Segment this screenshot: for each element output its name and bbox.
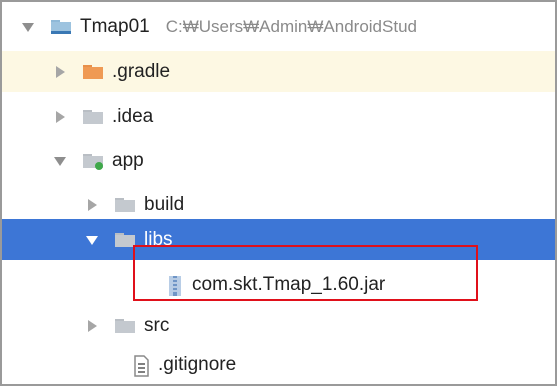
tree-row-idea[interactable]: .idea	[2, 96, 555, 137]
jar-file-icon	[166, 275, 184, 296]
collapse-arrow-icon[interactable]	[50, 62, 70, 82]
tree-row-tmap01[interactable]: Tmap01 C:₩Users₩Admin₩AndroidStud	[2, 6, 555, 47]
text-file-icon	[132, 354, 150, 377]
tree-label-app: app	[112, 149, 144, 171]
project-tree-panel: Tmap01 C:₩Users₩Admin₩AndroidStud .gradl…	[0, 0, 557, 386]
expand-arrow-icon[interactable]	[82, 230, 102, 250]
module-folder-icon	[82, 151, 104, 171]
tree-label-build: build	[144, 193, 185, 215]
tree-row-app[interactable]: app	[2, 140, 555, 181]
tree-label-gitignore: .gitignore	[158, 353, 237, 375]
project-folder-icon	[50, 17, 72, 37]
folder-icon	[114, 316, 136, 336]
tree-label-idea: .idea	[112, 105, 154, 127]
expand-arrow-icon[interactable]	[50, 151, 70, 171]
tree-label-src: src	[144, 314, 170, 336]
folder-icon	[114, 230, 136, 250]
tree-row-src[interactable]: src	[2, 305, 555, 346]
tree-row-gitignore[interactable]: .gitignore	[2, 344, 555, 384]
folder-icon	[82, 107, 104, 127]
collapse-arrow-icon[interactable]	[82, 316, 102, 336]
collapse-arrow-icon[interactable]	[50, 107, 70, 127]
tree-row-libs[interactable]: libs	[2, 219, 555, 260]
project-path-text: C:₩Users₩Admin₩AndroidStud	[165, 16, 417, 36]
tree-label-jar: com.skt.Tmap_1.60.jar	[192, 273, 386, 295]
tree-label-tmap01: Tmap01	[80, 15, 150, 37]
folder-icon	[82, 62, 104, 82]
expand-arrow-icon[interactable]	[18, 17, 38, 37]
tree-row-gradle[interactable]: .gradle	[2, 51, 555, 92]
folder-icon	[114, 195, 136, 215]
tree-label-libs: libs	[144, 228, 173, 250]
collapse-arrow-icon[interactable]	[82, 195, 102, 215]
tree-row-jar[interactable]: com.skt.Tmap_1.60.jar	[2, 264, 555, 305]
tree-label-gradle: .gradle	[112, 60, 171, 82]
